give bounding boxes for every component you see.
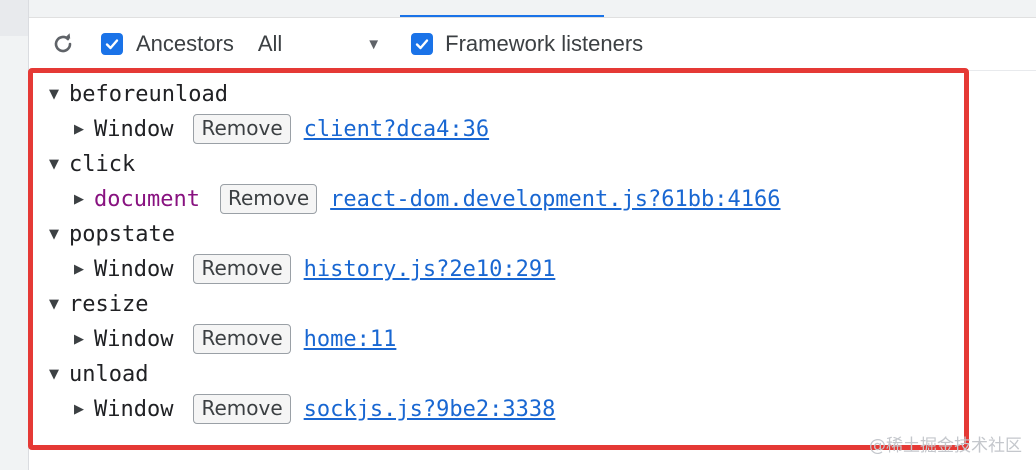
framework-listeners-checkbox[interactable]	[411, 33, 434, 55]
gutter-notch	[0, 0, 28, 36]
remove-button[interactable]: Remove	[219, 184, 318, 214]
collapsed-triangle-icon[interactable]: ▶	[74, 402, 94, 417]
listener-item[interactable]: ▶ Window Remove history.js?2e10:291	[74, 253, 555, 285]
collapsed-triangle-icon[interactable]: ▶	[74, 262, 94, 277]
source-link[interactable]: react-dom.development.js?61bb:4166	[330, 187, 780, 212]
left-gutter	[0, 0, 29, 470]
refresh-icon[interactable]	[49, 30, 77, 58]
event-name: resize	[69, 291, 149, 317]
remove-button[interactable]: Remove	[193, 254, 291, 284]
listener-target: Window	[94, 116, 174, 142]
expanded-triangle-icon[interactable]: ▼	[49, 367, 69, 382]
source-link[interactable]: history.js?2e10:291	[304, 257, 556, 282]
listener-target: document	[94, 186, 200, 212]
devtools-tabstrip	[29, 0, 1036, 18]
expanded-triangle-icon[interactable]: ▼	[49, 157, 69, 172]
remove-button[interactable]: Remove	[193, 394, 291, 424]
event-group-unload[interactable]: ▼ unload	[49, 359, 148, 389]
checkmark-icon	[105, 39, 119, 50]
listener-target: Window	[94, 396, 174, 422]
ancestors-checkbox[interactable]	[101, 33, 123, 55]
watermark: @稀土掘金技术社区	[869, 436, 1022, 456]
event-listeners-toolbar: Ancestors All ▼ Framework listeners	[29, 18, 1036, 71]
event-name: unload	[69, 361, 149, 387]
event-listener-tree: ▼ beforeunload ▶ Window Remove client?dc…	[29, 70, 964, 446]
collapsed-triangle-icon[interactable]: ▶	[74, 332, 94, 347]
framework-listeners-label[interactable]: Framework listeners	[445, 31, 643, 57]
source-link[interactable]: sockjs.js?9be2:3338	[304, 397, 556, 422]
expanded-triangle-icon[interactable]: ▼	[49, 227, 69, 242]
source-link[interactable]: home:11	[304, 327, 397, 352]
expanded-triangle-icon[interactable]: ▼	[49, 297, 69, 312]
event-name: popstate	[69, 221, 175, 247]
event-group-click[interactable]: ▼ click	[49, 149, 135, 179]
collapsed-triangle-icon[interactable]: ▶	[74, 192, 94, 207]
remove-button[interactable]: Remove	[193, 114, 291, 144]
listener-item[interactable]: ▶ document Remove react-dom.development.…	[74, 183, 780, 215]
event-group-beforeunload[interactable]: ▼ beforeunload	[49, 79, 228, 109]
active-tab-underline	[400, 15, 604, 17]
event-group-popstate[interactable]: ▼ popstate	[49, 219, 175, 249]
event-name: click	[69, 151, 136, 177]
event-group-resize[interactable]: ▼ resize	[49, 289, 148, 319]
source-link[interactable]: client?dca4:36	[304, 117, 489, 142]
listener-filter-select[interactable]: All ▼	[258, 31, 381, 57]
collapsed-triangle-icon[interactable]: ▶	[74, 122, 94, 137]
ancestors-label[interactable]: Ancestors	[136, 31, 234, 57]
expanded-triangle-icon[interactable]: ▼	[49, 87, 69, 102]
checkmark-icon	[415, 39, 429, 50]
listener-item[interactable]: ▶ Window Remove client?dca4:36	[74, 113, 489, 145]
listener-item[interactable]: ▶ Window Remove home:11	[74, 323, 396, 355]
event-name: beforeunload	[69, 81, 228, 107]
listener-item[interactable]: ▶ Window Remove sockjs.js?9be2:3338	[74, 393, 555, 425]
filter-selected-value: All	[257, 31, 283, 56]
remove-button[interactable]: Remove	[193, 324, 291, 354]
dropdown-arrow-icon: ▼	[366, 35, 382, 53]
listener-target: Window	[94, 256, 174, 282]
listener-target: Window	[94, 326, 174, 352]
